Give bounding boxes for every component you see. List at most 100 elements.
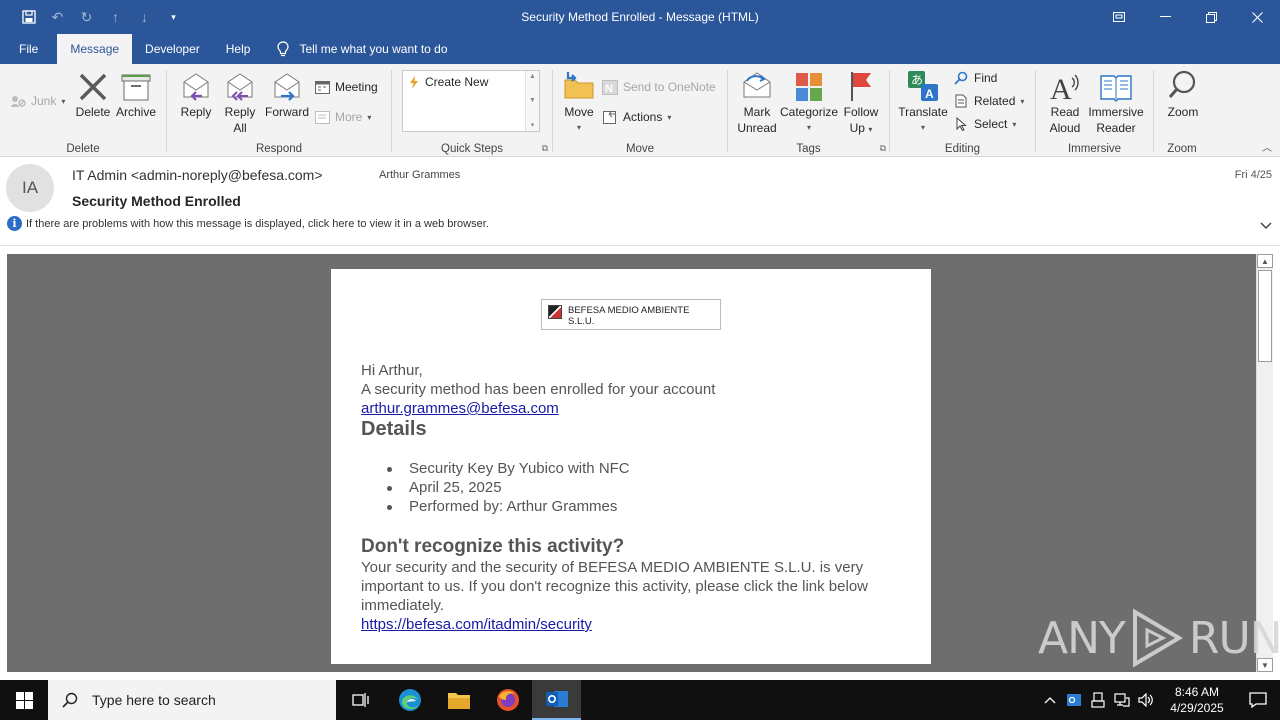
details-list: Security Key By Yubico with NFC April 25…	[379, 459, 630, 516]
show-hidden-icons-icon[interactable]	[1038, 680, 1062, 720]
info-bar-text: If there are problems with how this mess…	[26, 217, 489, 230]
outlook-taskbar-button[interactable]	[532, 680, 581, 720]
chevron-down-icon[interactable]: ▼	[529, 97, 536, 104]
system-tray: 8:46 AM 4/29/2025	[1038, 680, 1280, 720]
search-placeholder: Type here to search	[92, 692, 216, 708]
message-header: IA IT Admin <admin-noreply@befesa.com> A…	[0, 157, 1280, 246]
usb-device-icon[interactable]	[1086, 680, 1110, 720]
greeting: Hi Arthur,	[361, 362, 423, 379]
recipient-name[interactable]: Arthur Grammes	[379, 169, 460, 181]
clock-date: 4/29/2025	[1170, 701, 1224, 715]
lightning-icon	[410, 75, 418, 89]
tags-group: Tags ⧉	[728, 68, 889, 157]
close-icon[interactable]	[1234, 0, 1280, 34]
create-new-quick-step[interactable]: Create New	[409, 75, 488, 89]
tab-developer[interactable]: Developer	[132, 34, 213, 64]
collapse-ribbon-icon[interactable]: ︿	[1262, 139, 1272, 154]
redo-icon[interactable]: ↻	[72, 0, 101, 34]
respond-group: Respond	[167, 68, 391, 157]
logo-alt-text: BEFESA MEDIO AMBIENTE S.L.U.	[568, 305, 690, 327]
create-new-label: Create New	[425, 75, 489, 89]
outlook-tray-icon[interactable]	[1062, 680, 1086, 720]
search-icon	[62, 692, 78, 708]
editing-group: Editing	[890, 68, 1035, 157]
dialog-launcher-icon[interactable]: ⧉	[542, 143, 548, 154]
immersive-group: Immersive	[1036, 68, 1153, 157]
taskbar-search-box[interactable]: Type here to search	[48, 680, 336, 720]
firefox-taskbar-button[interactable]	[483, 680, 532, 720]
task-view-button[interactable]	[336, 680, 385, 720]
taskbar: Type here to search 8:46 AM 4/29/2025	[0, 680, 1280, 720]
info-icon: i	[7, 216, 22, 231]
windows-logo-icon	[15, 691, 33, 709]
scroll-up-icon[interactable]: ▲	[1257, 254, 1273, 268]
quick-steps-scrollbar[interactable]: ▲ ▼ ▾	[525, 71, 539, 131]
company-logo: BEFESA MEDIO AMBIENTE S.L.U.	[541, 299, 721, 330]
customize-qat-icon[interactable]: ▾	[159, 0, 188, 34]
info-bar[interactable]: i If there are problems with how this me…	[7, 216, 489, 231]
watermark-text-left: ANY	[1038, 612, 1126, 664]
task-view-icon	[351, 693, 369, 707]
firefox-icon	[496, 689, 519, 711]
edge-taskbar-button[interactable]	[385, 680, 434, 720]
ribbon-display-options-icon[interactable]	[1096, 0, 1142, 34]
volume-icon[interactable]	[1134, 680, 1158, 720]
zoom-group: Zoom	[1154, 68, 1210, 157]
delete-group: Delete	[0, 68, 166, 157]
security-link[interactable]: https://befesa.com/itadmin/security	[361, 616, 592, 633]
quick-steps-group-label: Quick Steps	[441, 143, 503, 155]
quick-access-toolbar: ↶ ↻ ↑ ↓ ▾	[0, 0, 188, 34]
window-controls	[1096, 0, 1280, 34]
email-body: BEFESA MEDIO AMBIENTE S.L.U. Hi Arthur, …	[331, 269, 931, 664]
next-item-icon[interactable]: ↓	[130, 0, 159, 34]
broken-image-icon	[548, 305, 562, 319]
window-title: Security Method Enrolled - Message (HTML…	[521, 10, 759, 24]
edge-icon	[398, 689, 421, 711]
ribbon: Junk ▾ Delete Archive Delete Reply Reply…	[0, 64, 1280, 157]
immersive-group-label: Immersive	[1067, 143, 1122, 155]
list-item: Security Key By Yubico with NFC	[379, 459, 630, 478]
avatar[interactable]: IA	[6, 164, 54, 212]
tell-me-label: Tell me what you want to do	[299, 42, 448, 56]
security-paragraph: Your security and the security of BEFESA…	[361, 559, 868, 614]
tab-file[interactable]: File	[0, 34, 57, 64]
play-logo-icon	[1132, 608, 1183, 668]
anyrun-watermark: ANY RUN	[1038, 608, 1280, 668]
respond-group-label: Respond	[255, 143, 303, 155]
minimize-icon[interactable]	[1142, 0, 1188, 34]
scrollbar-thumb[interactable]	[1258, 270, 1272, 362]
notification-center-button[interactable]	[1236, 680, 1280, 720]
clock-time: 8:46 AM	[1174, 685, 1220, 699]
taskbar-clock[interactable]: 8:46 AM 4/29/2025	[1158, 684, 1236, 716]
delete-group-label: Delete	[66, 143, 100, 155]
network-icon[interactable]	[1110, 680, 1134, 720]
message-date: Fri 4/25	[1234, 169, 1272, 181]
sender-address[interactable]: IT Admin <admin-noreply@befesa.com>	[72, 167, 323, 183]
ribbon-tabs: File Message Developer Help Tell me what…	[0, 34, 1280, 64]
dialog-launcher-icon[interactable]: ⧉	[880, 143, 886, 154]
file-explorer-taskbar-button[interactable]	[434, 680, 483, 720]
account-email-link[interactable]: arthur.grammes@befesa.com	[361, 400, 559, 417]
chevron-up-icon[interactable]: ▲	[529, 73, 536, 80]
list-item: Performed by: Arthur Grammes	[379, 497, 630, 516]
message-subject: Security Method Enrolled	[72, 193, 241, 209]
tags-group-label: Tags	[796, 143, 821, 155]
editing-group-label: Editing	[944, 143, 981, 155]
expand-gallery-icon[interactable]: ▾	[531, 121, 535, 129]
outlook-icon	[545, 691, 568, 707]
zoom-group-label: Zoom	[1167, 143, 1197, 155]
lightbulb-icon	[277, 41, 290, 57]
tab-message[interactable]: Message	[57, 34, 133, 64]
tab-help[interactable]: Help	[213, 34, 264, 64]
quick-steps-gallery[interactable]: Create New ▲ ▼ ▾	[402, 70, 540, 132]
undo-icon[interactable]: ↶	[43, 0, 72, 34]
dont-recognize-heading: Don't recognize this activity?	[361, 536, 625, 557]
expand-header-icon[interactable]	[1260, 219, 1272, 233]
start-button[interactable]	[0, 680, 48, 720]
save-icon[interactable]	[14, 0, 43, 34]
restore-icon[interactable]	[1188, 0, 1234, 34]
tell-me-search[interactable]: Tell me what you want to do	[263, 34, 448, 64]
details-heading: Details	[361, 418, 427, 440]
title-bar: ↶ ↻ ↑ ↓ ▾ Security Method Enrolled - Mes…	[0, 0, 1280, 34]
previous-item-icon[interactable]: ↑	[101, 0, 130, 34]
